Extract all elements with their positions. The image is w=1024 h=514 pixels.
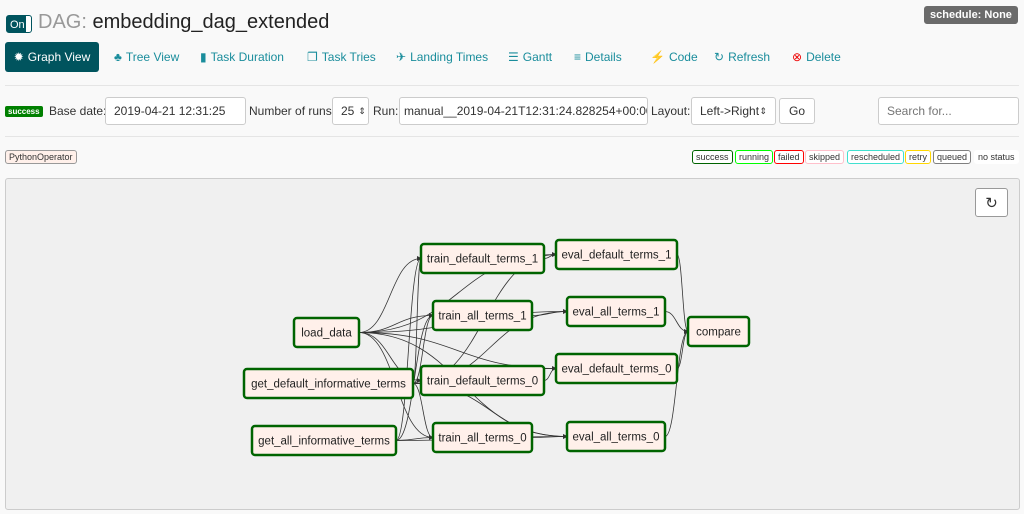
task-node-train_all_terms_1[interactable]: train_all_terms_1 [431, 299, 534, 332]
delete-icon: ⊗ [792, 50, 803, 64]
runs-value: 25 [341, 104, 355, 118]
run-value: manual__2019-04-21T12:31:24.828254+00:00 [404, 104, 648, 118]
task-node-label: get_default_informative_terms [251, 379, 406, 391]
nav-label: Gantt [522, 50, 553, 64]
task-node-eval_default_terms_1[interactable]: eval_default_terms_1 [554, 238, 679, 271]
task-node-train_default_terms_0[interactable]: train_default_terms_0 [419, 364, 546, 397]
nav-label: Code [668, 50, 698, 64]
task-node-train_default_terms_1[interactable]: train_default_terms_1 [419, 242, 546, 275]
task-node-eval_default_terms_0[interactable]: eval_default_terms_0 [554, 352, 679, 385]
dag-name: embedding_dag_extended [92, 11, 330, 33]
layout-label: Layout: [651, 104, 691, 118]
dag-prefix: DAG: [38, 11, 87, 33]
edge-eval_default_terms_1-to-compare [676, 254, 689, 334]
details-icon: ≡ [574, 50, 582, 64]
edge-train_default_terms_0-to-eval_default_terms_0 [543, 366, 557, 381]
nav-tree-view[interactable]: ♣ Tree View [114, 42, 179, 72]
graph-refresh-button[interactable]: ↻ [975, 188, 1008, 217]
runs-label: Number of runs: [249, 104, 336, 118]
task-duration-icon: ▮ [200, 50, 207, 64]
nav-graph-view[interactable]: ✹ Graph View [5, 42, 99, 72]
nav-label: Tree View [125, 50, 180, 64]
go-button[interactable]: Go [779, 98, 815, 124]
select-arrows-icon: ⇕ [759, 105, 767, 116]
task-node-label: train_all_terms_0 [438, 433, 526, 445]
nav-delete[interactable]: ⊗ Delete [792, 42, 841, 72]
layout-value: Left->Right [700, 104, 760, 118]
task-node-load_data[interactable]: load_data [292, 316, 361, 349]
runs-select[interactable]: 25 ⇕ [332, 97, 369, 125]
code-icon: ⚡ [650, 50, 665, 64]
layout-select[interactable]: Left->Right ⇕ [691, 97, 776, 125]
task-node-label: get_all_informative_terms [258, 436, 390, 448]
graph-view-icon: ✹ [13, 50, 24, 64]
refresh-icon: ↻ [985, 194, 998, 212]
task-node-label: train_default_terms_0 [427, 376, 538, 388]
legend-queued: queued [933, 150, 972, 164]
task-node-label: train_all_terms_1 [438, 311, 526, 323]
run-label: Run: [373, 104, 399, 118]
page-title: DAG: embedding_dag_extended [38, 11, 329, 34]
nav-details[interactable]: ≡ Details [574, 42, 622, 72]
nav-label: Task Duration [210, 50, 284, 64]
task-node-train_all_terms_0[interactable]: train_all_terms_0 [431, 421, 534, 454]
task-node-label: train_default_terms_1 [427, 254, 538, 266]
legend-failed: failed [774, 150, 804, 164]
legend-retry: retry [905, 150, 931, 164]
edge-load_data-to-train_default_terms_1 [358, 256, 422, 333]
nav-label: Landing Times [410, 50, 489, 64]
nav-landing-times[interactable]: ✈ Landing Times [396, 42, 488, 72]
legend-no-status: no status [974, 150, 1019, 164]
nav-refresh[interactable]: ↻ Refresh [714, 42, 770, 72]
edge-load_data-to-eval_default_terms_0 [358, 332, 557, 371]
nav-label: Delete [806, 50, 841, 64]
base-date-label: Base date: [49, 104, 107, 118]
task-node-label: eval_default_terms_1 [562, 250, 672, 262]
nav-task-duration[interactable]: ▮ Task Duration [200, 42, 284, 72]
nav-label: Details [585, 50, 622, 64]
landing-times-icon: ✈ [396, 50, 407, 64]
legend-success: success [692, 150, 733, 164]
task-node-label: eval_default_terms_0 [562, 364, 672, 376]
dag-graph[interactable]: load_data get_default_informative_termsge… [6, 179, 1019, 509]
divider [5, 136, 1019, 137]
state-badge: success [5, 106, 43, 117]
nav-code[interactable]: ⚡ Code [650, 42, 698, 72]
task-node-label: eval_all_terms_1 [573, 307, 660, 319]
task-node-label: load_data [301, 328, 352, 340]
task-node-eval_all_terms_1[interactable]: eval_all_terms_1 [565, 295, 667, 328]
task-node-label: compare [696, 327, 741, 339]
legend-rescheduled: rescheduled [847, 150, 905, 164]
task-node-label: eval_all_terms_0 [573, 432, 660, 444]
legend-running: running [735, 150, 774, 164]
nav-gantt[interactable]: ☰ Gantt [508, 42, 552, 72]
graph-canvas[interactable]: load_data get_default_informative_termsge… [5, 178, 1020, 510]
search-input[interactable] [878, 97, 1019, 125]
task-node-eval_all_terms_0[interactable]: eval_all_terms_0 [565, 420, 667, 453]
gantt-icon: ☰ [508, 50, 519, 64]
schedule-badge: schedule: None [924, 6, 1018, 24]
nav-label: Refresh [728, 50, 771, 64]
run-select[interactable]: manual__2019-04-21T12:31:24.828254+00:00… [399, 97, 648, 125]
edge-get_default_informative_terms-to-train_default_terms_1 [412, 256, 422, 384]
divider [5, 85, 1019, 86]
task-node-get_all_informative_terms[interactable]: get_all_informative_terms [250, 424, 398, 457]
task-node-get_default_informative_terms[interactable]: get_default_informative_terms [242, 367, 415, 400]
nav-label: Graph View [27, 50, 91, 64]
task-tries-icon: ❐ [307, 50, 318, 64]
tree-view-icon: ♣ [114, 50, 122, 64]
select-arrows-icon: ⇕ [358, 105, 366, 116]
base-date-input[interactable]: 2019-04-21 12:31:25 [105, 97, 246, 125]
operator-legend-python: PythonOperator [5, 150, 77, 164]
task-node-compare[interactable]: compare [686, 315, 751, 348]
nav-task-tries[interactable]: ❐ Task Tries [307, 42, 376, 72]
dag-toggle[interactable]: On [6, 15, 32, 33]
legend-skipped: skipped [805, 150, 845, 164]
nav-label: Task Tries [321, 50, 376, 64]
refresh-icon: ↻ [714, 50, 725, 64]
